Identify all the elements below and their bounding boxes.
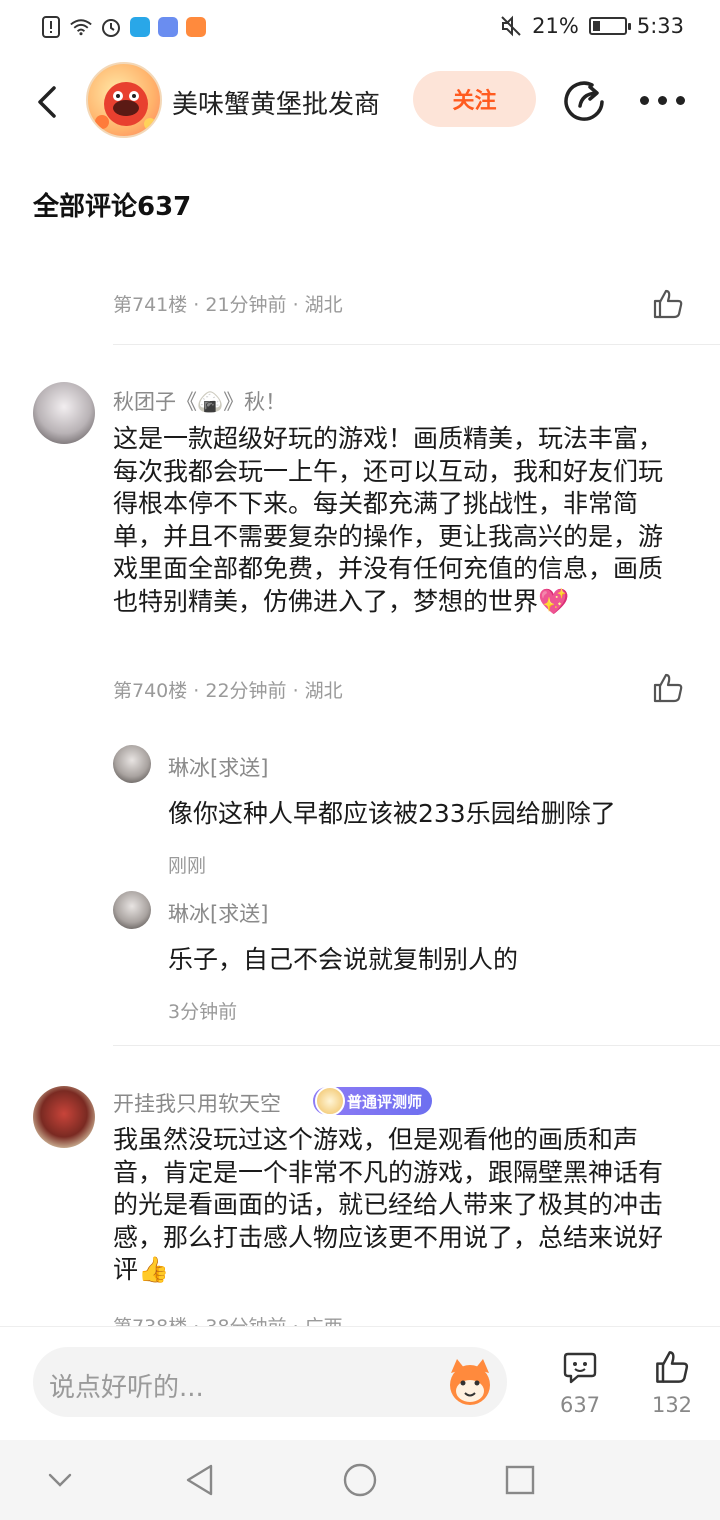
like-button[interactable] (652, 288, 684, 320)
more-options-button[interactable] (640, 90, 688, 110)
like-count: 132 (651, 1393, 693, 1417)
square-recents-icon (505, 1465, 535, 1495)
alarm-icon (100, 16, 122, 38)
reply-avatar[interactable] (113, 891, 151, 929)
nav-back-button[interactable] (180, 1460, 220, 1500)
like-button[interactable] (652, 672, 684, 704)
comment-body: 我虽然没玩过这个游戏，但是观看他的画质和声音，肯定是一个非常不凡的游戏，跟隔壁黑… (113, 1125, 664, 1284)
status-icons-right: 21% 5:33 (500, 14, 684, 38)
reply-username[interactable]: 琳冰[求送] (168, 752, 268, 782)
divider (113, 344, 720, 345)
status-icons-left (40, 16, 206, 38)
shop-avatar[interactable] (86, 62, 162, 138)
comment-count-button[interactable]: 637 (550, 1349, 610, 1417)
app-notification-icon (130, 17, 150, 37)
share-icon (564, 81, 604, 121)
notification-alert-icon (40, 16, 62, 38)
reply-text: 乐子，自己不会说就复制别人的 (168, 945, 519, 974)
comment-input[interactable]: 说点好听的... (33, 1347, 507, 1417)
like-count-button[interactable]: 132 (642, 1349, 702, 1417)
thumbs-up-icon (653, 289, 683, 319)
user-avatar[interactable] (33, 1086, 95, 1148)
thumbs-up-icon (653, 673, 683, 703)
battery-icon (588, 17, 631, 35)
comments-section-title: 全部评论637 (33, 192, 192, 222)
music-app-icon (158, 17, 178, 37)
reviewer-badge: 普通评测师 (313, 1086, 433, 1116)
comment-meta: 第741楼 · 21分钟前 · 湖北 (113, 294, 343, 316)
clock: 5:33 (636, 14, 684, 38)
comment-count: 637 (559, 1393, 601, 1417)
nav-recents-button[interactable] (500, 1460, 540, 1500)
circle-home-icon (343, 1463, 377, 1497)
shop-name[interactable]: 美味蟹黄堡批发商 (172, 84, 380, 121)
comment-body: 这是一款超级好玩的游戏！画质精美，玩法丰富，每次我都会玩一上午，还可以互动，我和… (113, 424, 664, 616)
nav-collapse-button[interactable] (40, 1460, 80, 1500)
comment-input-placeholder: 说点好听的... (49, 1373, 204, 1403)
comment-bubble-icon (563, 1352, 597, 1384)
thumbs-up-icon (656, 1351, 689, 1383)
follow-button[interactable]: 关注 (413, 71, 536, 127)
system-nav-bar (0, 1440, 720, 1520)
mute-icon (500, 15, 522, 37)
reply-time: 3分钟前 (168, 1001, 238, 1023)
reviewer-badge-label: 普通评测师 (347, 1092, 423, 1111)
share-button[interactable] (562, 80, 606, 124)
dot-icon (676, 95, 685, 105)
back-arrow-icon (38, 86, 56, 118)
comment-meta: 第740楼 · 22分钟前 · 湖北 (113, 680, 343, 702)
divider (113, 1045, 720, 1046)
user-avatar[interactable] (33, 382, 95, 444)
reviewer-badge-icon (315, 1086, 345, 1116)
status-bar: 21% 5:33 (0, 0, 720, 56)
reply-text: 像你这种人早都应该被233乐园给删除了 (168, 799, 616, 828)
reply-avatar[interactable] (113, 745, 151, 783)
header: 美味蟹黄堡批发商 关注 (0, 62, 720, 142)
back-button[interactable] (28, 82, 68, 122)
reply-username[interactable]: 琳冰[求送] (168, 898, 268, 928)
chevron-down-icon (48, 1473, 72, 1487)
dot-icon (658, 95, 667, 105)
reply-time: 刚刚 (168, 855, 207, 877)
comment-username[interactable]: 开挂我只用软天空 (113, 1088, 281, 1118)
emoji-mascot-icon[interactable] (443, 1355, 497, 1409)
comment-compose-bar: 说点好听的... 637 132 (0, 1326, 720, 1440)
wifi-icon (70, 16, 92, 38)
nav-home-button[interactable] (340, 1460, 380, 1500)
comment-username[interactable]: 秋团子《🍙》秋！ (113, 386, 286, 416)
dot-icon (640, 95, 649, 105)
triangle-back-icon (186, 1464, 213, 1496)
video-app-icon (186, 17, 206, 37)
battery-percent: 21% (532, 14, 579, 38)
